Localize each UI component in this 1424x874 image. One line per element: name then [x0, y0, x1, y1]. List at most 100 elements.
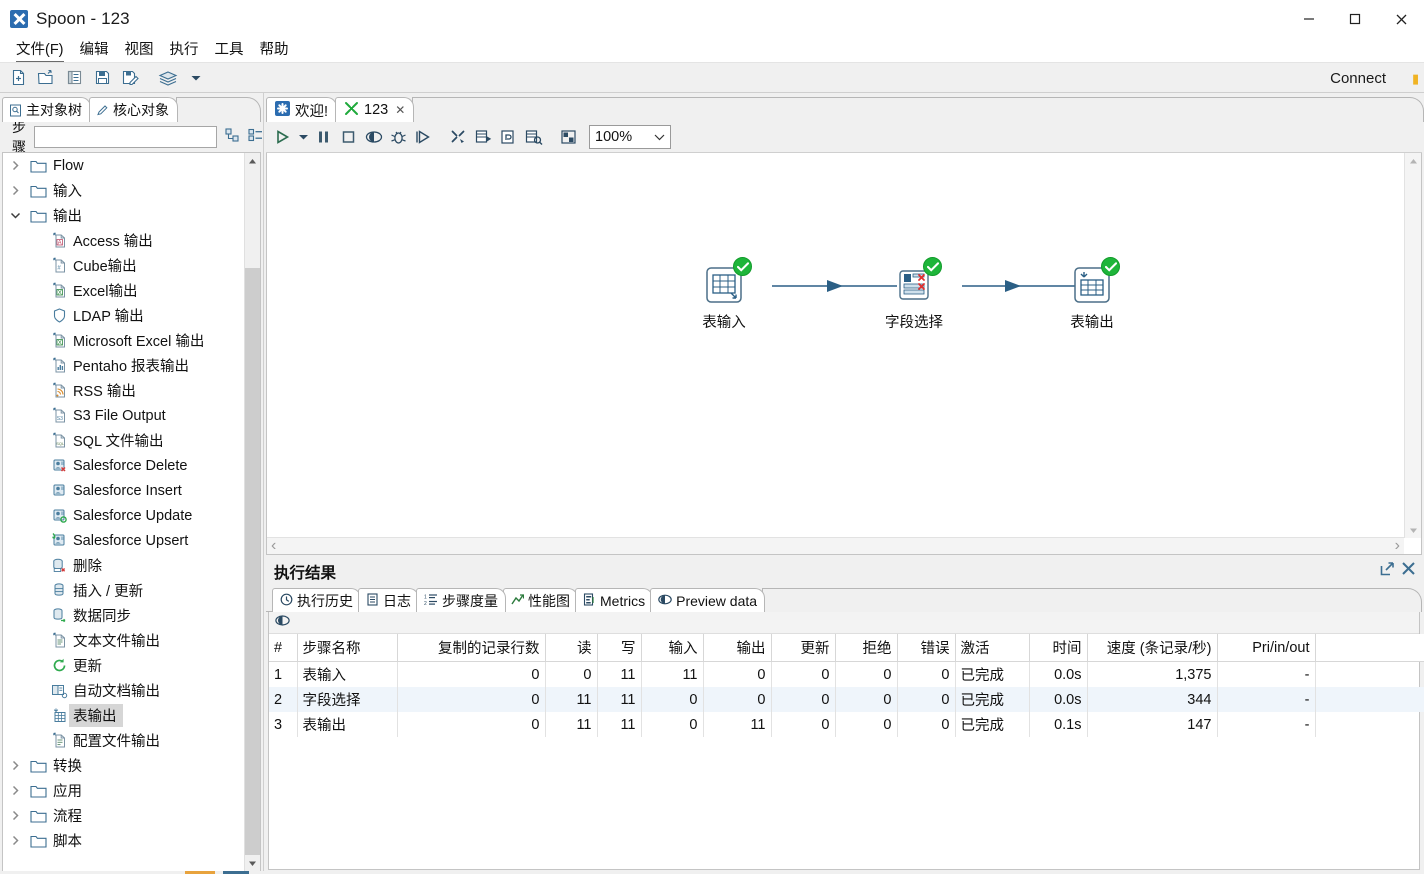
- tree-step-row[interactable]: S3 S3 File Output: [3, 403, 244, 428]
- tree-step-row[interactable]: X Microsoft Excel 输出: [3, 328, 244, 353]
- scroll-down-icon[interactable]: [245, 855, 260, 871]
- run-dropdown-caret-icon[interactable]: [295, 125, 311, 149]
- canvas-step-table-output[interactable]: 表输出: [1047, 257, 1137, 332]
- transformation-canvas[interactable]: 表输入 字段选择 表输出 ‹ ›: [266, 153, 1422, 555]
- run-icon[interactable]: [270, 125, 295, 149]
- table-row[interactable]: 1 表输入 0 0 11 11 0 0 0 0 已完成 0.0s 1,375-: [269, 661, 1424, 687]
- tree-step-row[interactable]: 删除: [3, 553, 244, 578]
- close-icon[interactable]: ✕: [395, 103, 405, 117]
- table-column-header[interactable]: 步骤名称: [297, 634, 398, 662]
- tree-step-row[interactable]: Salesforce Upsert: [3, 528, 244, 553]
- tree-step-row[interactable]: # Cube输出: [3, 253, 244, 278]
- expand-tree-icon[interactable]: [225, 127, 240, 147]
- tab-log[interactable]: 日志: [358, 588, 419, 612]
- preview-eye-icon[interactable]: [275, 614, 290, 632]
- collapse-tree-icon[interactable]: [248, 128, 263, 147]
- tab-execution-history[interactable]: 执行历史: [272, 588, 361, 612]
- tree-step-row[interactable]: Pentaho 报表输出: [3, 353, 244, 378]
- table-column-header[interactable]: 复制的记录行数: [397, 634, 546, 662]
- step-search-input[interactable]: [34, 126, 217, 148]
- chevron-right-icon[interactable]: [3, 835, 27, 846]
- table-column-header[interactable]: 输出: [703, 634, 772, 662]
- maximize-button[interactable]: [1332, 0, 1378, 38]
- tree-folder-row[interactable]: 输入: [3, 178, 244, 203]
- tab-metrics[interactable]: Metrics: [575, 588, 654, 612]
- stop-icon[interactable]: [336, 125, 361, 149]
- show-grid-icon[interactable]: [471, 125, 496, 149]
- tab-transformation-123[interactable]: 123 ✕: [335, 97, 415, 122]
- menu-help[interactable]: 帮助: [252, 38, 297, 62]
- open-file-icon[interactable]: [33, 66, 59, 90]
- tree-step-row[interactable]: Salesforce Delete: [3, 453, 244, 478]
- tree-scroll-thumb[interactable]: [245, 268, 260, 855]
- menu-file[interactable]: 文件(F): [8, 38, 72, 62]
- menu-tools[interactable]: 工具: [207, 38, 252, 62]
- tree-step-row[interactable]: X Excel输出: [3, 278, 244, 303]
- tree-step-row[interactable]: 更新: [3, 653, 244, 678]
- chevron-right-icon[interactable]: [3, 185, 27, 196]
- table-column-header[interactable]: 写: [597, 634, 642, 662]
- table-column-header[interactable]: Pri/in/out: [1217, 634, 1316, 662]
- arrange-icon[interactable]: [556, 125, 581, 149]
- close-button[interactable]: [1378, 0, 1424, 38]
- new-file-icon[interactable]: [5, 66, 31, 90]
- tree-step-row[interactable]: 插入 / 更新: [3, 578, 244, 603]
- canvas-step-select-values[interactable]: 字段选择: [869, 257, 959, 332]
- scroll-down-icon[interactable]: [1405, 522, 1421, 538]
- preview-icon[interactable]: [361, 125, 386, 149]
- canvas-step-table-input[interactable]: 表输入: [679, 257, 769, 332]
- connect-label[interactable]: Connect: [1330, 63, 1386, 94]
- menu-view[interactable]: 视图: [117, 38, 162, 62]
- step-metrics-table[interactable]: # 步骤名称 复制的记录行数读写输入 输出 更新 拒绝 错误 激活 时间 速度 (条记录/秒) Pr…: [269, 634, 1424, 737]
- table-column-header[interactable]: 更新: [771, 634, 836, 662]
- tree-step-row[interactable]: Salesforce Insert: [3, 478, 244, 503]
- zoom-select[interactable]: 100%: [589, 125, 671, 149]
- table-column-header[interactable]: 速度 (条记录/秒): [1087, 634, 1218, 662]
- tree-folder-row[interactable]: 应用: [3, 778, 244, 803]
- canvas-vertical-scrollbar[interactable]: [1404, 153, 1421, 538]
- analyze-icon[interactable]: [496, 125, 521, 149]
- tree-step-row[interactable]: 自动文档输出: [3, 678, 244, 703]
- tab-welcome[interactable]: 欢迎!: [266, 97, 338, 122]
- tree-step-row[interactable]: A Access 输出: [3, 228, 244, 253]
- table-column-header[interactable]: 读: [545, 634, 598, 662]
- tree-step-row[interactable]: 配置文件输出: [3, 728, 244, 753]
- table-column-header[interactable]: 激活: [955, 634, 1030, 662]
- transformation-icon[interactable]: [446, 125, 471, 149]
- tree-step-row[interactable]: SQL SQL 文件输出: [3, 428, 244, 453]
- pause-icon[interactable]: [311, 125, 336, 149]
- tree-step-row[interactable]: 文本文件输出: [3, 628, 244, 653]
- tree-step-row[interactable]: 表输出: [3, 703, 244, 728]
- core-objects-tree[interactable]: Flow 输入 输出 A Access 输出 # Cube输出 X Excel输出 LDAP 输出…: [2, 152, 261, 872]
- save-as-icon[interactable]: [117, 66, 143, 90]
- connect-status-icon[interactable]: ▮: [1412, 72, 1422, 86]
- dropdown-caret-icon[interactable]: [183, 66, 209, 90]
- table-column-header[interactable]: [1315, 634, 1424, 662]
- tab-preview-data[interactable]: Preview data: [650, 588, 766, 612]
- tree-step-row[interactable]: RSS 输出: [3, 378, 244, 403]
- scroll-left-icon[interactable]: ‹: [271, 537, 276, 554]
- tab-main-object-tree[interactable]: 主对象树: [2, 97, 91, 122]
- explorer-icon[interactable]: [61, 66, 87, 90]
- table-column-header[interactable]: 输入: [641, 634, 704, 662]
- tab-performance-graph[interactable]: 性能图: [503, 588, 578, 612]
- tree-step-row[interactable]: LDAP 输出: [3, 303, 244, 328]
- scroll-up-icon[interactable]: [245, 153, 260, 169]
- menu-run[interactable]: 执行: [162, 38, 207, 62]
- layers-icon[interactable]: [155, 66, 181, 90]
- close-panel-icon[interactable]: [1401, 561, 1416, 581]
- table-column-header[interactable]: 时间: [1029, 634, 1088, 662]
- tree-folder-row[interactable]: 流程: [3, 803, 244, 828]
- chevron-right-icon[interactable]: [3, 760, 27, 771]
- table-column-header[interactable]: 拒绝: [835, 634, 898, 662]
- minimize-button[interactable]: [1286, 0, 1332, 38]
- debug-icon[interactable]: [386, 125, 411, 149]
- table-row[interactable]: 3 表输出 0 11 11 0 11 0 0 0 已完成 0.1s 147-: [269, 712, 1424, 737]
- chevron-right-icon[interactable]: [3, 810, 27, 821]
- tree-step-row[interactable]: 数据同步: [3, 603, 244, 628]
- tree-vertical-scrollbar[interactable]: [244, 153, 260, 871]
- maximize-panel-icon[interactable]: [1380, 561, 1395, 581]
- chevron-down-icon[interactable]: [3, 211, 27, 220]
- chevron-right-icon[interactable]: [3, 160, 27, 171]
- tree-folder-row[interactable]: 输出: [3, 203, 244, 228]
